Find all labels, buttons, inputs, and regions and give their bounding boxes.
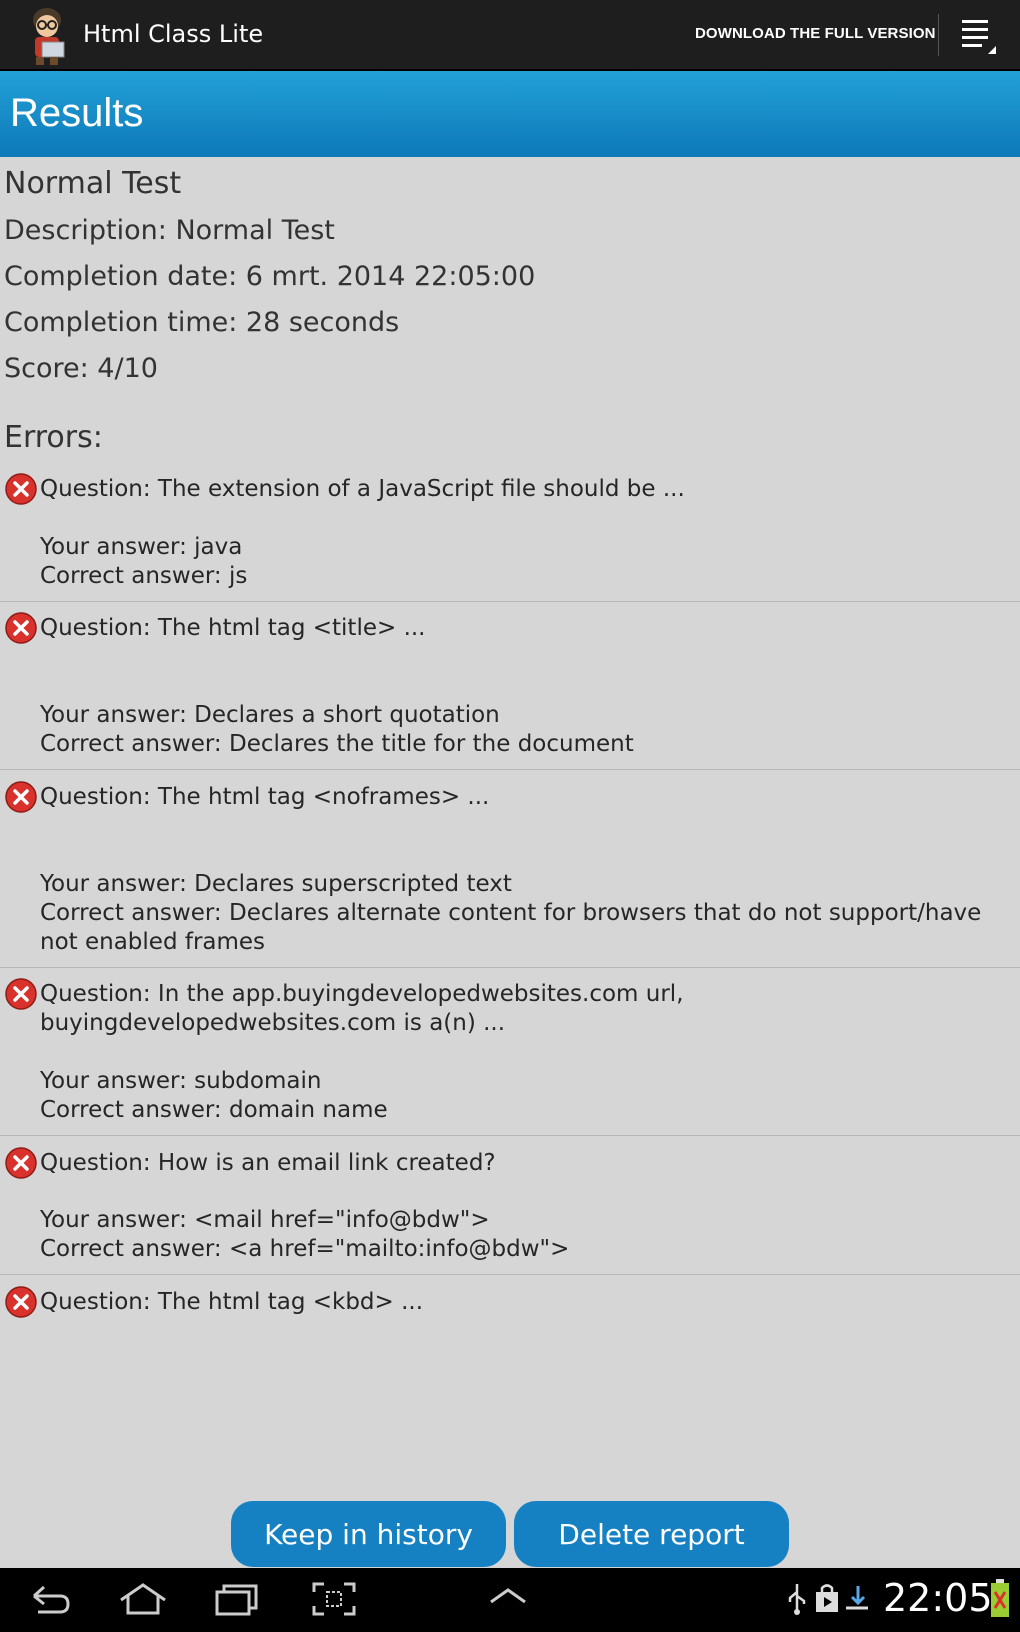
error-question: Question: How is an email link created? [40,1150,496,1176]
your-answer: Your answer: Declares superscripted text [40,871,512,897]
score: Score: 4/10 [4,353,158,384]
usb-icon [788,1584,806,1615]
status-clock: 22:05 [883,1576,993,1620]
correct-answer: Correct answer: domain name [40,1097,388,1123]
download-icon [846,1586,868,1610]
divider [0,967,1020,968]
divider [0,1135,1020,1136]
your-answer: Your answer: java [40,534,243,560]
error-icon [5,1147,37,1179]
error-question: Question: The html tag <kbd> ... [40,1289,424,1315]
page-title: Results [10,91,144,135]
correct-answer: Correct answer: <a href="mailto:info@bdw… [40,1236,570,1262]
your-answer: Your answer: Declares a short quotation [40,702,500,728]
error-icon [5,612,37,644]
delete-report-button[interactable]: Delete report [514,1501,789,1567]
recent-apps-icon[interactable] [214,1582,260,1616]
your-answer: Your answer: <mail href="info@bdw"> [40,1207,490,1233]
system-navigation-bar: 22:05 [0,1568,1020,1632]
errors-heading: Errors: [4,420,103,455]
app-title: Html Class Lite [83,20,264,48]
download-full-version-button[interactable]: DOWNLOAD THE FULL VERSION [695,25,936,42]
test-description: Description: Normal Test [4,215,335,246]
home-icon[interactable] [118,1582,168,1616]
keep-in-history-button[interactable]: Keep in history [231,1501,506,1567]
back-icon[interactable] [26,1582,72,1616]
your-answer: Your answer: subdomain [40,1068,322,1094]
divider [0,1274,1020,1275]
divider [0,601,1020,602]
error-question: Question: The extension of a JavaScript … [40,476,685,502]
correct-answer: Correct answer: Declares alternate conte… [40,900,982,955]
results-header: Results [0,71,1020,157]
shopping-bag-icon [816,1584,838,1612]
error-icon [5,473,37,505]
error-question: Question: The html tag <title> ... [40,615,426,641]
error-icon [5,978,37,1010]
app-mascot-icon[interactable] [22,4,72,66]
completion-date: Completion date: 6 mrt. 2014 22:05:00 [4,261,536,292]
error-question: Question: The html tag <noframes> ... [40,784,490,810]
correct-answer: Correct answer: js [40,563,248,589]
battery-icon [991,1579,1009,1617]
error-icon [5,781,37,813]
correct-answer: Correct answer: Declares the title for t… [40,731,634,757]
screenshot-icon[interactable] [312,1582,356,1616]
up-chevron-icon[interactable] [488,1582,528,1612]
error-icon [5,1286,37,1318]
divider [0,769,1020,770]
action-bar: Html Class Lite DOWNLOAD THE FULL VERSIO… [0,0,1020,71]
completion-time: Completion time: 28 seconds [4,307,400,338]
actionbar-divider [938,14,939,56]
error-question: Question: In the app.buyingdevelopedwebs… [40,981,684,1036]
test-name: Normal Test [4,166,182,201]
overflow-menu-icon[interactable] [958,16,998,56]
